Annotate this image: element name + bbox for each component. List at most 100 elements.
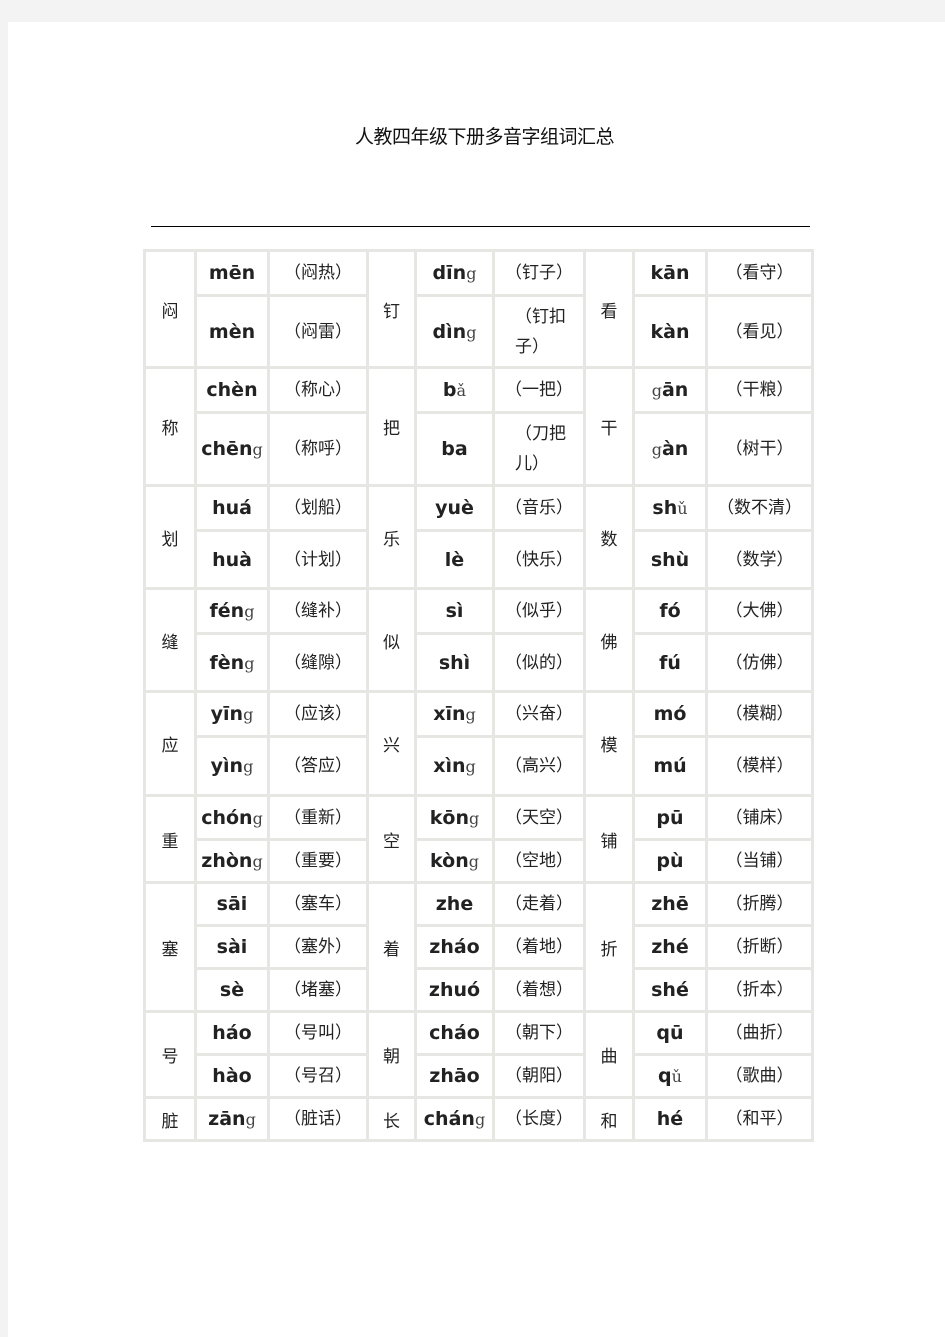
pinyin-tail: ǎ xyxy=(456,381,467,400)
pinyin-main: zhuó xyxy=(428,979,481,1001)
pinyin-reading: mó xyxy=(632,690,708,738)
pinyin-tail: g xyxy=(252,852,263,871)
example-word: （干粮） xyxy=(705,366,814,414)
document-title: 人教四年级下册多音字组词汇总 xyxy=(354,126,615,148)
example-word: （塞车） xyxy=(267,881,369,927)
example-word: （折腾） xyxy=(705,881,814,927)
polyphonic-character: 把 xyxy=(366,366,417,487)
pinyin-main: kōn xyxy=(429,806,469,829)
polyphonic-character: 缝 xyxy=(143,587,197,693)
table-row: 划 huá （划船）乐 yuè （音乐）数 shǔ （数不清） xyxy=(143,484,814,590)
example-word: （铺床） xyxy=(705,794,814,841)
pinyin-main: zhe xyxy=(435,893,474,915)
pinyin-reading: sāi xyxy=(194,881,270,927)
polyphonic-character: 塞 xyxy=(143,881,197,1013)
pinyin-main: yìn xyxy=(210,755,244,777)
pinyin-tail: g xyxy=(243,757,254,776)
pinyin-tail: g xyxy=(243,705,254,724)
pinyin-main: háo xyxy=(212,1022,252,1044)
pinyin-main: q xyxy=(658,1065,672,1087)
pinyin-main: fó xyxy=(659,600,681,622)
polyphonic-character-table: 闷 mēn （闷热）钉 dīng （钉子）看 kān （看守） mèn （闷雷） dìng （钉扣子… xyxy=(143,249,814,1142)
pinyin-main: zhāo xyxy=(429,1065,480,1087)
polyphonic-character: 称 xyxy=(143,366,197,487)
example-word: （划船） xyxy=(267,484,369,532)
example-word: （数学） xyxy=(705,529,814,590)
pinyin-main: fú xyxy=(659,651,681,674)
example-word: （快乐） xyxy=(492,529,586,590)
table-row: yìng （答应） xìng （高兴） mú （模样） xyxy=(145,735,814,797)
pinyin-main: mó xyxy=(653,703,687,725)
example-word: （似乎） xyxy=(492,587,586,635)
example-word: （着想） xyxy=(492,967,586,1013)
pinyin-reading: shì xyxy=(414,632,495,693)
pinyin-reading: shé xyxy=(632,967,708,1013)
pinyin-reading: chèn xyxy=(194,366,270,414)
table-row: fèng （缝隙） shì （似的） fú （仿佛） xyxy=(145,632,814,693)
pinyin-reading: zhòng xyxy=(194,838,270,884)
pinyin-reading: lè xyxy=(414,529,495,590)
polyphonic-character: 和 xyxy=(583,1096,635,1142)
pinyin-reading: háo xyxy=(194,1010,270,1056)
example-word: （朝阳） xyxy=(492,1053,586,1099)
example-word: （称呼） xyxy=(267,411,369,487)
polyphonic-character: 兴 xyxy=(366,690,417,797)
pinyin-reading: hào xyxy=(194,1053,270,1099)
example-word: （数不清） xyxy=(705,484,814,532)
pinyin-reading: dīng xyxy=(414,249,495,297)
pinyin-main: chán xyxy=(423,1108,475,1130)
table-row: 号 háo （号叫）朝 cháo （朝下）曲 qū （曲折） xyxy=(143,1010,814,1099)
example-word: （塞外） xyxy=(267,924,369,970)
example-word: （走着） xyxy=(492,881,586,927)
pinyin-tail: g xyxy=(465,757,476,776)
polyphonic-character: 似 xyxy=(366,587,417,693)
example-word: （折本） xyxy=(705,967,814,1013)
example-word: （空地） xyxy=(492,838,586,884)
polyphonic-character: 看 xyxy=(583,249,635,369)
pinyin-reading: mèn xyxy=(194,294,270,369)
pinyin-reading: qǔ xyxy=(632,1053,708,1099)
polyphonic-character: 模 xyxy=(583,690,635,797)
pinyin-tail: g xyxy=(474,1110,486,1129)
pinyin-reading: zhe xyxy=(414,881,495,927)
pinyin-reading: shǔ xyxy=(632,484,708,532)
table-row: 塞 sāi （塞车）着 zhe （走着）折 zhē （折腾） xyxy=(143,881,814,1013)
pinyin-main: yīn xyxy=(210,703,244,725)
polyphonic-character: 折 xyxy=(583,881,635,1013)
polyphonic-character: 着 xyxy=(366,881,417,1013)
pinyin-main: sè xyxy=(219,979,245,1001)
pinyin-reading: zāng xyxy=(194,1096,270,1142)
pinyin-main: mèn xyxy=(208,320,256,343)
example-word: （缝补） xyxy=(267,587,369,635)
pinyin-reading: fú xyxy=(632,632,708,693)
pinyin-reading: shù xyxy=(632,529,708,590)
pinyin-main: hào xyxy=(212,1065,252,1087)
example-word: （天空） xyxy=(492,794,586,841)
pinyin-reading: chēng xyxy=(194,411,270,487)
pinyin-reading: kòng xyxy=(414,838,495,884)
pinyin-tail: g xyxy=(244,653,255,673)
pinyin-tail: g xyxy=(245,1110,256,1129)
polyphonic-character: 铺 xyxy=(583,794,635,884)
pinyin-reading: huá xyxy=(194,484,270,532)
example-word: （着地） xyxy=(492,924,586,970)
pinyin-main: zān xyxy=(208,1108,246,1130)
example-word: （折断） xyxy=(705,924,814,970)
pinyin-main: sì xyxy=(445,600,464,622)
pinyin-reading: qū xyxy=(632,1010,708,1056)
example-word: （重要） xyxy=(267,838,369,884)
polyphonic-character: 数 xyxy=(583,484,635,590)
pinyin-tail: g xyxy=(468,852,479,871)
pinyin-reading: sè xyxy=(194,967,270,1013)
polyphonic-character: 干 xyxy=(583,366,635,487)
polyphonic-character: 号 xyxy=(143,1010,197,1099)
table-body: 闷 mēn （闷热）钉 dīng （钉子）看 kān （看守） mèn （闷雷） dìng （钉扣子… xyxy=(143,249,814,1142)
pinyin-reading: zháo xyxy=(414,924,495,970)
example-word: （钉子） xyxy=(492,249,586,297)
table-row: 重 chóng （重新）空 kōng （天空）铺 pū （铺床） xyxy=(143,794,814,884)
polyphonic-character: 重 xyxy=(143,794,197,884)
example-word: （脏话） xyxy=(267,1096,369,1142)
pinyin-main: sài xyxy=(216,936,248,958)
polyphonic-character: 划 xyxy=(143,484,197,590)
example-word: （闷热） xyxy=(267,249,369,297)
